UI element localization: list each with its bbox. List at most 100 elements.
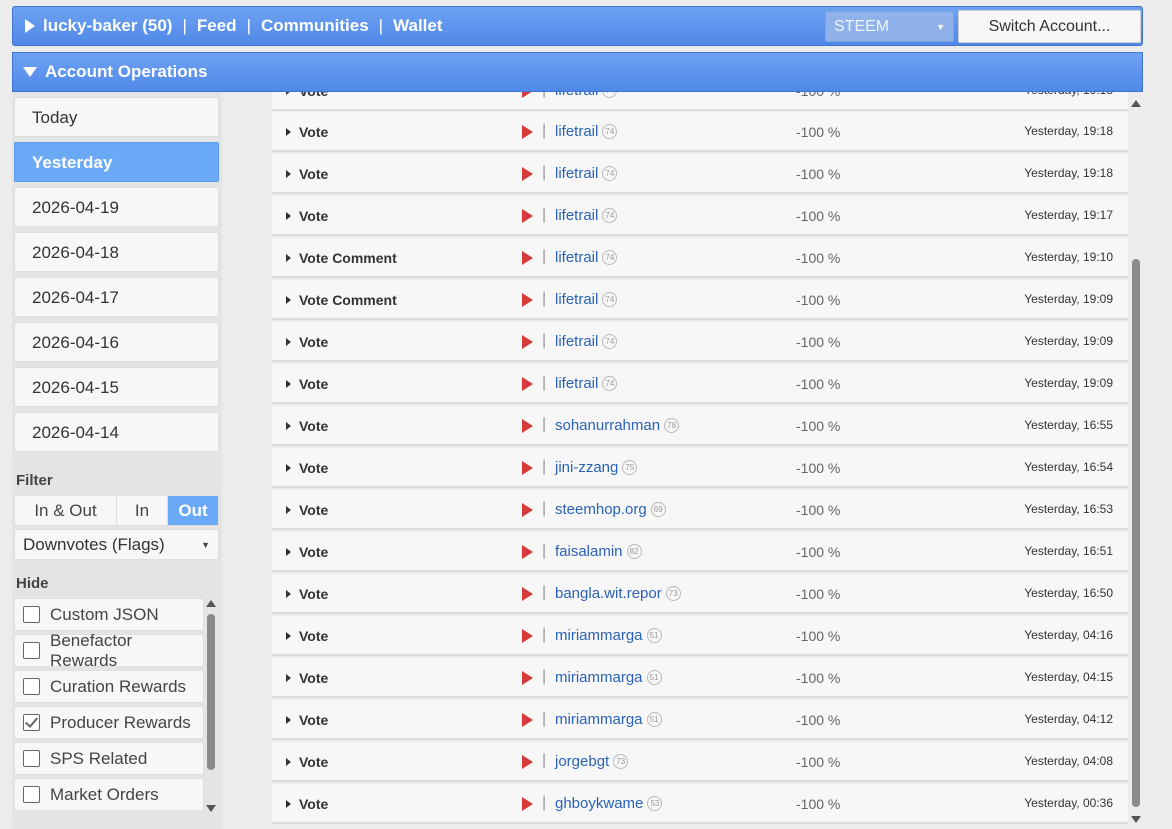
account-link[interactable]: faisalamin 82	[555, 543, 642, 560]
account-link[interactable]: jini-zzang 75	[555, 459, 638, 476]
expand-row-icon[interactable]	[286, 170, 291, 178]
account-link[interactable]: lucky-baker (50)	[43, 16, 172, 36]
checkbox-checked[interactable]	[23, 714, 40, 731]
day-item[interactable]: 2026-04-18	[14, 232, 219, 272]
expand-row-icon[interactable]	[286, 590, 291, 598]
scroll-down-icon[interactable]	[1131, 816, 1141, 823]
switch-account-button[interactable]: Switch Account...	[958, 10, 1141, 43]
table-row[interactable]: Vote | jini-zzang 75 -100 % Yesterday, 16…	[272, 448, 1128, 488]
table-row[interactable]: Vote | faisalamin 82 -100 % Yesterday, 16…	[272, 532, 1128, 572]
day-yesterday[interactable]: Yesterday	[14, 142, 219, 182]
account-name[interactable]: miriammarga	[555, 711, 643, 728]
table-row[interactable]: Vote | steemhop.org 69 -100 % Yesterday, …	[272, 490, 1128, 530]
checkbox[interactable]	[23, 786, 40, 803]
table-row[interactable]: Vote Comment | lifetrail 74 -100 % Yester…	[272, 238, 1128, 278]
checkbox[interactable]	[23, 678, 40, 695]
expand-row-icon[interactable]	[286, 800, 291, 808]
account-name[interactable]: faisalamin	[555, 543, 623, 560]
nav-communities[interactable]: Communities	[261, 16, 369, 36]
account-name[interactable]: lifetrail	[555, 207, 598, 224]
hide-sps-related[interactable]: SPS Related	[14, 742, 204, 775]
table-row[interactable]: Vote | lifetrail 74 -100 % Yesterday, 19:…	[272, 92, 1128, 111]
hide-producer-rewards[interactable]: Producer Rewards	[14, 706, 204, 739]
expand-row-icon[interactable]	[286, 758, 291, 766]
chain-select[interactable]: STEEM ▼	[825, 11, 954, 42]
account-operations-header[interactable]: Account Operations	[12, 52, 1143, 92]
expand-row-icon[interactable]	[286, 296, 291, 304]
operation-type-select[interactable]: Downvotes (Flags) ▼	[14, 529, 219, 560]
scroll-down-icon[interactable]	[206, 805, 216, 812]
day-item[interactable]: 2026-04-16	[14, 322, 219, 362]
account-link[interactable]: miriammarga 51	[555, 627, 662, 644]
table-row[interactable]: Vote | lifetrail 74 -100 % Yesterday, 19:…	[272, 154, 1128, 194]
expand-row-icon[interactable]	[286, 92, 291, 95]
account-link[interactable]: lifetrail 74	[555, 123, 618, 140]
account-link[interactable]: lifetrail 74	[555, 165, 618, 182]
scroll-thumb[interactable]	[1132, 259, 1140, 807]
checkbox[interactable]	[23, 642, 40, 659]
day-item[interactable]: 2026-04-15	[14, 367, 219, 407]
table-row[interactable]: Vote | sohanurrahman 78 -100 % Yesterday,…	[272, 406, 1128, 446]
account-link[interactable]: ghboykwame 53	[555, 795, 663, 812]
day-item[interactable]: 2026-04-17	[14, 277, 219, 317]
account-name[interactable]: miriammarga	[555, 669, 643, 686]
checkbox[interactable]	[23, 750, 40, 767]
table-row[interactable]: Vote | jorgebgt 73 -100 % Yesterday, 04:0…	[272, 742, 1128, 782]
account-link[interactable]: miriammarga 51	[555, 711, 662, 728]
account-name[interactable]: lifetrail	[555, 165, 598, 182]
account-link[interactable]: bangla.wit.repor 73	[555, 585, 681, 602]
account-name[interactable]: lifetrail	[555, 291, 598, 308]
account-name[interactable]: lifetrail	[555, 249, 598, 266]
nav-feed[interactable]: Feed	[197, 16, 237, 36]
nav-wallet[interactable]: Wallet	[393, 16, 442, 36]
account-link[interactable]: lifetrail 74	[555, 92, 618, 99]
account-name[interactable]: lifetrail	[555, 333, 598, 350]
scroll-up-icon[interactable]	[206, 600, 216, 607]
scroll-thumb[interactable]	[207, 614, 215, 770]
expand-row-icon[interactable]	[286, 128, 291, 136]
expand-row-icon[interactable]	[286, 422, 291, 430]
account-link[interactable]: sohanurrahman 78	[555, 417, 680, 434]
account-name[interactable]: lifetrail	[555, 375, 598, 392]
table-row[interactable]: Vote | miriammarga 51 -100 % Yesterday, 0…	[272, 616, 1128, 656]
account-link[interactable]: lifetrail 74	[555, 375, 618, 392]
day-item[interactable]: 2026-04-19	[14, 187, 219, 227]
table-row[interactable]: Vote | lifetrail 74 -100 % Yesterday, 19:…	[272, 196, 1128, 236]
hide-custom-json[interactable]: Custom JSON	[14, 598, 204, 631]
account-link[interactable]: lifetrail 74	[555, 207, 618, 224]
expand-row-icon[interactable]	[286, 674, 291, 682]
account-link[interactable]: miriammarga 51	[555, 669, 662, 686]
hide-market-orders[interactable]: Market Orders	[14, 778, 204, 811]
hide-curation-rewards[interactable]: Curation Rewards	[14, 670, 204, 703]
operations-scrollbar[interactable]	[1130, 96, 1142, 823]
expand-row-icon[interactable]	[286, 338, 291, 346]
scroll-up-icon[interactable]	[1131, 100, 1141, 107]
account-name[interactable]: miriammarga	[555, 627, 643, 644]
table-row[interactable]: Vote | bangla.wit.repor 73 -100 % Yesterd…	[272, 574, 1128, 614]
account-link[interactable]: jorgebgt 73	[555, 753, 629, 770]
account-name[interactable]: ghboykwame	[555, 795, 643, 812]
day-item[interactable]: 2026-04-14	[14, 412, 219, 452]
table-row[interactable]: Vote | miriammarga 51 -100 % Yesterday, 0…	[272, 700, 1128, 740]
table-row[interactable]: Vote Comment | lifetrail 74 -100 % Yester…	[272, 280, 1128, 320]
account-link[interactable]: lifetrail 74	[555, 333, 618, 350]
direction-in[interactable]: In	[117, 496, 168, 525]
account-name[interactable]: lifetrail	[555, 92, 598, 99]
hide-benefactor-rewards[interactable]: Benefactor Rewards	[14, 631, 204, 670]
expand-row-icon[interactable]	[286, 716, 291, 724]
table-row[interactable]: Vote | miriammarga 51 -100 % Yesterday, 0…	[272, 658, 1128, 698]
expand-row-icon[interactable]	[286, 632, 291, 640]
day-today[interactable]: Today	[14, 97, 219, 137]
checkbox[interactable]	[23, 606, 40, 623]
account-link[interactable]: lifetrail 74	[555, 249, 618, 266]
expand-row-icon[interactable]	[286, 254, 291, 262]
table-row[interactable]: Vote | ghboykwame 53 -100 % Yesterday, 00…	[272, 784, 1128, 824]
expand-arrow-icon[interactable]	[25, 19, 35, 33]
account-name[interactable]: lifetrail	[555, 123, 598, 140]
direction-out[interactable]: Out	[168, 496, 218, 525]
account-name[interactable]: bangla.wit.repor	[555, 585, 662, 602]
account-name[interactable]: jini-zzang	[555, 459, 618, 476]
hide-list-scrollbar[interactable]	[205, 600, 217, 812]
expand-row-icon[interactable]	[286, 212, 291, 220]
account-link[interactable]: lifetrail 74	[555, 291, 618, 308]
